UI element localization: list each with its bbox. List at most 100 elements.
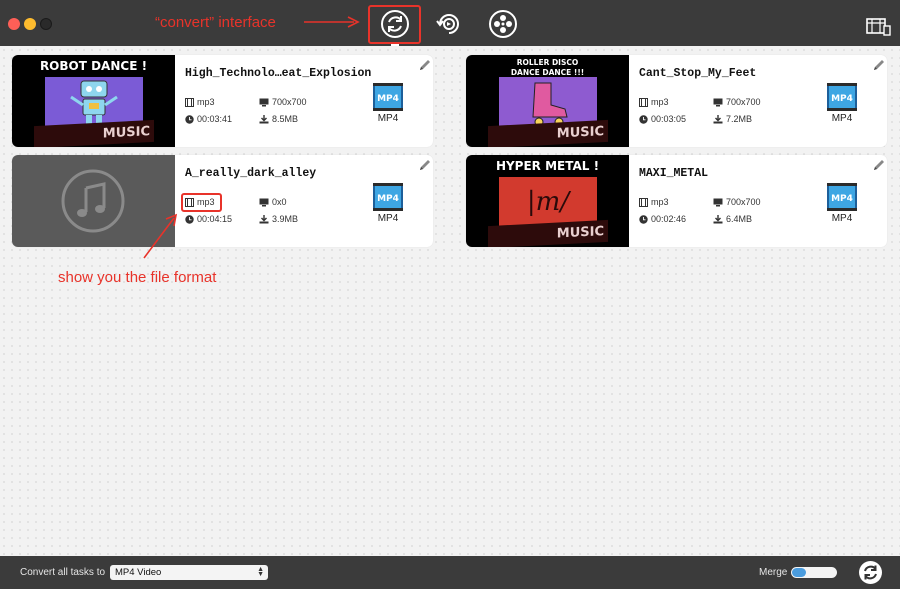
thumbnail-title: ROBOT DANCE !: [39, 59, 148, 73]
output-format-value: MP4 Video: [115, 567, 162, 578]
task-card[interactable]: ROBOT DANCE ! MUSIC High_Technolo…eat_Ex…: [12, 55, 433, 147]
download-icon: [713, 214, 723, 223]
duration-value: 00:02:46: [651, 214, 687, 224]
file-name: A_really_dark_alley: [185, 167, 317, 180]
film-reel-tool-button[interactable]: [488, 9, 518, 39]
resolution-value: 0x0: [272, 197, 287, 207]
target-format-label[interactable]: MP4: [819, 213, 865, 224]
convert-all-label: Convert all tasks to: [20, 567, 106, 578]
duration-value: 00:03:05: [651, 114, 687, 124]
film-strip-icon: [639, 97, 648, 107]
window-zoom-button[interactable]: [40, 18, 52, 30]
mp4-format-icon[interactable]: MP4: [372, 182, 404, 212]
format-meta: mp3: [185, 97, 215, 107]
size-meta: 3.9MB: [259, 214, 298, 224]
thumbnail-title: HYPER METAL !: [495, 159, 600, 173]
rotate-convert-icon: [436, 14, 459, 34]
pencil-icon[interactable]: [418, 58, 432, 72]
thumbnail: ROBOT DANCE ! MUSIC: [12, 55, 175, 147]
film-strip-icon: [185, 97, 194, 107]
duration-meta: 00:04:15: [185, 214, 232, 224]
video-settings-icon[interactable]: [865, 15, 891, 37]
download-icon: [713, 114, 723, 123]
task-card[interactable]: A_really_dark_alley mp3 0x0 00:04:15 3.9…: [12, 155, 433, 247]
rotate-convert-tool-button[interactable]: [434, 9, 464, 39]
clock-icon: [185, 114, 194, 124]
roller-skate-icon: [532, 82, 568, 127]
mp4-format-icon[interactable]: MP4: [372, 82, 404, 112]
thumbnail-art: [499, 77, 597, 127]
size-meta: 8.5MB: [259, 114, 298, 124]
music-note-icon: [61, 169, 125, 233]
merge-toggle-knob: [792, 568, 806, 577]
window-close-button[interactable]: [8, 18, 20, 30]
thumbnail-art-text: |m/: [526, 187, 570, 217]
file-name: High_Technolo…eat_Explosion: [185, 67, 372, 80]
svg-text:MP4: MP4: [831, 94, 853, 104]
size-value: 6.4MB: [726, 214, 753, 224]
download-icon: [259, 214, 269, 223]
file-format-highlight: [181, 193, 222, 212]
target-format-label[interactable]: MP4: [365, 213, 411, 224]
robot-icon: [70, 80, 118, 125]
format-value: mp3: [197, 97, 215, 107]
file-name: MAXI_METAL: [639, 167, 709, 180]
duration-value: 00:03:41: [197, 114, 233, 124]
size-value: 3.9MB: [272, 214, 299, 224]
pencil-icon[interactable]: [872, 58, 886, 72]
monitor-icon: [713, 198, 723, 206]
thumbnail: ROLLER DISCO DANCE DANCE !!! MUSIC: [466, 55, 629, 147]
clock-icon: [639, 214, 648, 224]
mp4-format-icon[interactable]: MP4: [826, 82, 858, 112]
format-meta: mp3: [639, 97, 669, 107]
updown-chevron-icon: ▲ ▼: [257, 566, 264, 578]
output-format-select[interactable]: MP4 Video ▲ ▼: [110, 565, 268, 580]
title-bar: [0, 0, 900, 46]
format-meta: mp3: [639, 197, 669, 207]
resolution-value: 700x700: [726, 97, 761, 107]
task-card[interactable]: HYPER METAL ! |m/ MUSIC MAXI_METAL mp3 7…: [466, 155, 887, 247]
duration-value: 00:04:15: [197, 214, 233, 224]
svg-text:MP4: MP4: [377, 94, 399, 104]
resolution-value: 700x700: [272, 97, 307, 107]
svg-text:MP4: MP4: [377, 194, 399, 204]
task-card[interactable]: ROLLER DISCO DANCE DANCE !!! MUSIC Cant_…: [466, 55, 887, 147]
bottom-bar: Convert all tasks to MP4 Video ▲ ▼ Merge: [0, 556, 900, 589]
resolution-value: 700x700: [726, 197, 761, 207]
resolution-meta: 700x700: [259, 97, 307, 107]
size-value: 7.2MB: [726, 114, 753, 124]
target-format-label[interactable]: MP4: [365, 113, 411, 124]
size-meta: 6.4MB: [713, 214, 752, 224]
monitor-icon: [713, 98, 723, 106]
download-icon: [259, 114, 269, 123]
film-reel-icon: [489, 10, 517, 38]
svg-text:MP4: MP4: [831, 194, 853, 204]
resolution-meta: 700x700: [713, 197, 761, 207]
size-value: 8.5MB: [272, 114, 299, 124]
pencil-icon[interactable]: [418, 158, 432, 172]
annotation-arrow-right-icon: [304, 16, 360, 28]
thumbnail: HYPER METAL ! |m/ MUSIC: [466, 155, 629, 247]
pencil-icon[interactable]: [872, 158, 886, 172]
resolution-meta: 0x0: [259, 197, 287, 207]
task-list-area: ROBOT DANCE ! MUSIC High_Technolo…eat_Ex…: [0, 46, 900, 556]
resolution-meta: 700x700: [713, 97, 761, 107]
format-value: mp3: [651, 197, 669, 207]
mp4-format-icon[interactable]: MP4: [826, 182, 858, 212]
convert-tool-highlight: [368, 5, 421, 44]
merge-toggle[interactable]: [791, 567, 837, 578]
start-convert-button[interactable]: [858, 560, 883, 585]
file-name: Cant_Stop_My_Feet: [639, 67, 757, 80]
format-value: mp3: [651, 97, 669, 107]
window-minimize-button[interactable]: [24, 18, 36, 30]
thumbnail-title: ROLLER DISCO DANCE DANCE !!!: [510, 58, 585, 77]
thumbnail-art: [45, 77, 143, 127]
clock-icon: [185, 214, 194, 224]
target-format-label[interactable]: MP4: [819, 113, 865, 124]
duration-meta: 00:03:05: [639, 114, 686, 124]
merge-label: Merge: [759, 567, 788, 578]
thumbnail-art: |m/: [499, 177, 597, 227]
size-meta: 7.2MB: [713, 114, 752, 124]
monitor-icon: [259, 198, 269, 206]
convert-interface-annotation: “convert” interface: [155, 14, 276, 31]
